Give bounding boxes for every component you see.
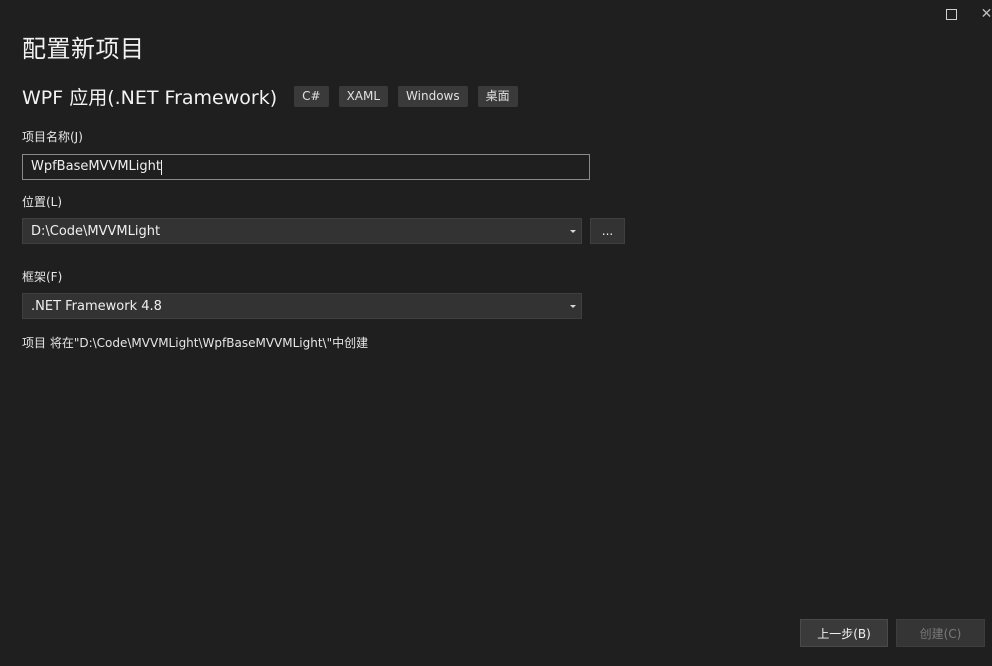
close-button[interactable]: ✕ (971, 0, 992, 28)
page-title: 配置新项目 (22, 35, 145, 63)
create-button[interactable]: 创建(C) (896, 619, 985, 647)
project-name-input[interactable]: WpfBaseMVVMLight (22, 154, 590, 180)
template-name: WPF 应用(.NET Framework) (22, 87, 278, 109)
close-icon: ✕ (980, 6, 992, 22)
location-combobox[interactable]: D:\Code\MVVMLight (22, 218, 582, 244)
tag-desktop: 桌面 (477, 86, 518, 107)
framework-combobox[interactable]: .NET Framework 4.8 (22, 293, 582, 319)
maximize-icon (945, 8, 957, 20)
maximize-button[interactable] (931, 0, 971, 28)
chevron-down-icon[interactable] (565, 219, 581, 243)
new-project-dialog: ✕ 配置新项目 WPF 应用(.NET Framework) C# XAML W… (0, 0, 992, 666)
tag-csharp: C# (294, 86, 329, 107)
framework-label: 框架(F) (22, 270, 63, 284)
tag-windows: Windows (398, 86, 468, 107)
project-path-info: 项目 将在"D:\Code\MVVMLight\WpfBaseMVVMLight… (22, 336, 369, 350)
location-value: D:\Code\MVVMLight (31, 223, 161, 239)
template-header: WPF 应用(.NET Framework) C# XAML Windows 桌… (22, 83, 528, 110)
chevron-down-icon[interactable] (565, 294, 581, 318)
project-name-value: WpfBaseMVVMLight (31, 159, 161, 174)
tag-xaml: XAML (338, 86, 389, 107)
browse-button[interactable]: ... (590, 218, 625, 244)
framework-value: .NET Framework 4.8 (31, 298, 162, 314)
back-button[interactable]: 上一步(B) (800, 619, 888, 647)
location-label: 位置(L) (22, 195, 63, 209)
project-name-label: 项目名称(J) (22, 130, 83, 144)
text-caret (161, 159, 162, 175)
